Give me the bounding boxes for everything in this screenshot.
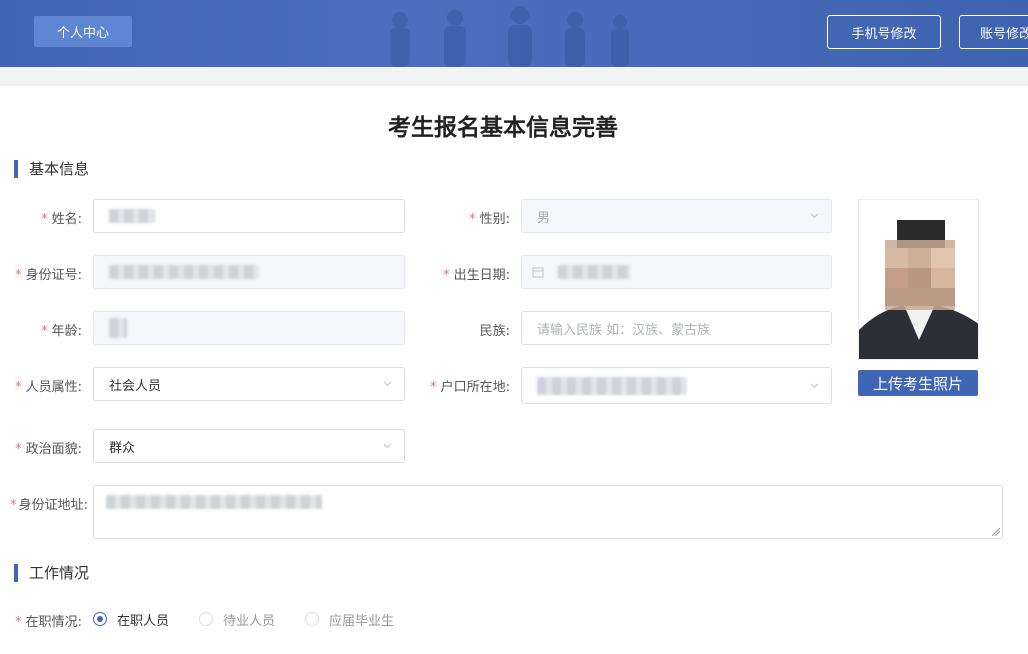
person-type-select[interactable]: 社会人员 [93, 367, 405, 401]
account-modify-button[interactable]: 账号修改 [959, 15, 1028, 49]
required-mark: * [41, 212, 48, 227]
person-type-value: 社会人员 [109, 378, 162, 394]
candidate-photo-image [859, 200, 978, 359]
household-label: * 户口所在地: [415, 376, 510, 395]
required-mark: * [15, 442, 22, 457]
phone-modify-button[interactable]: 手机号修改 [827, 15, 941, 49]
political-label: * 政治面貌: [0, 438, 82, 457]
radio-label: 应届毕业生 [329, 613, 395, 629]
birth-date-label-text: 出生日期: [453, 268, 510, 283]
political-value: 群众 [109, 440, 136, 456]
id-number-label: * 身份证号: [0, 264, 82, 283]
required-mark: * [10, 498, 17, 513]
required-mark: * [469, 212, 476, 227]
radio-button[interactable] [199, 612, 214, 626]
redacted-value [106, 495, 322, 509]
gender-label-text: 性别: [479, 212, 510, 227]
id-address-textarea[interactable] [93, 485, 1003, 539]
redacted-value [558, 265, 630, 279]
id-number-label-text: 身份证号: [25, 268, 82, 283]
ethnicity-label-text: 民族: [479, 324, 510, 339]
chevron-down-icon [810, 383, 819, 389]
employment-radio-group: 在职人员 待业人员 应届毕业生 [93, 610, 424, 629]
chevron-down-icon [383, 381, 392, 387]
gender-select[interactable]: 男 [521, 199, 832, 233]
gender-label: * 性别: [430, 208, 510, 227]
redacted-value [537, 376, 687, 395]
radio-employed[interactable]: 在职人员 [93, 610, 169, 629]
id-address-label-text: 身份证地址: [18, 498, 88, 513]
radio-label: 在职人员 [117, 613, 170, 629]
id-address-label: * 身份证地址: [0, 494, 88, 513]
required-mark: * [41, 324, 48, 339]
chevron-down-icon [383, 443, 392, 449]
ethnicity-input[interactable]: 请输入民族 如：汉族、蒙古族 [521, 311, 832, 345]
resize-handle-icon[interactable] [992, 528, 1000, 536]
age-label-text: 年龄: [51, 324, 82, 339]
age-input[interactable] [93, 311, 405, 345]
person-type-label: * 人员属性: [0, 376, 82, 395]
name-label-text: 姓名: [51, 212, 82, 227]
name-label: * 姓名: [0, 208, 82, 227]
required-mark: * [15, 268, 22, 283]
radio-graduate[interactable]: 应届毕业生 [305, 610, 394, 629]
ethnicity-label: 民族: [430, 320, 510, 339]
header-divider [0, 67, 1028, 86]
birth-date-label: * 出生日期: [430, 264, 510, 283]
employment-label-text: 在职情况: [25, 615, 82, 630]
radio-button[interactable] [93, 612, 107, 626]
required-mark: * [430, 380, 437, 395]
redacted-value [109, 318, 127, 338]
top-header: 个人中心 手机号修改 账号修改 [0, 0, 1028, 67]
employment-label: * 在职情况: [0, 611, 82, 630]
redacted-value [109, 209, 155, 223]
page-title: 考生报名基本信息完善 [388, 115, 618, 141]
political-label-text: 政治面貌: [25, 442, 82, 457]
household-select[interactable] [521, 367, 832, 404]
radio-label: 待业人员 [223, 613, 276, 629]
political-select[interactable]: 群众 [93, 429, 405, 463]
person-type-label-text: 人员属性: [25, 380, 82, 395]
id-number-input[interactable] [93, 255, 405, 289]
required-mark: * [15, 380, 22, 395]
household-label-text: 户口所在地: [440, 380, 510, 395]
candidate-photo [858, 199, 979, 360]
chevron-down-icon [810, 213, 819, 219]
upload-photo-button[interactable]: 上传考生照片 [858, 370, 978, 396]
personal-center-button[interactable]: 个人中心 [34, 16, 132, 47]
section-work-status: 工作情况 [14, 564, 89, 582]
radio-unemployed[interactable]: 待业人员 [199, 610, 275, 629]
required-mark: * [15, 615, 22, 630]
radio-button[interactable] [305, 612, 320, 626]
redacted-value [109, 265, 259, 279]
gender-value: 男 [537, 210, 551, 226]
birth-date-input[interactable] [521, 255, 832, 289]
name-input[interactable] [93, 199, 405, 233]
age-label: * 年龄: [0, 320, 82, 339]
required-mark: * [443, 268, 450, 283]
ethnicity-placeholder: 请输入民族 如：汉族、蒙古族 [537, 322, 711, 338]
section-basic-info: 基本信息 [14, 160, 89, 178]
calendar-icon [532, 267, 544, 278]
header-banner-decoration [390, 6, 629, 67]
